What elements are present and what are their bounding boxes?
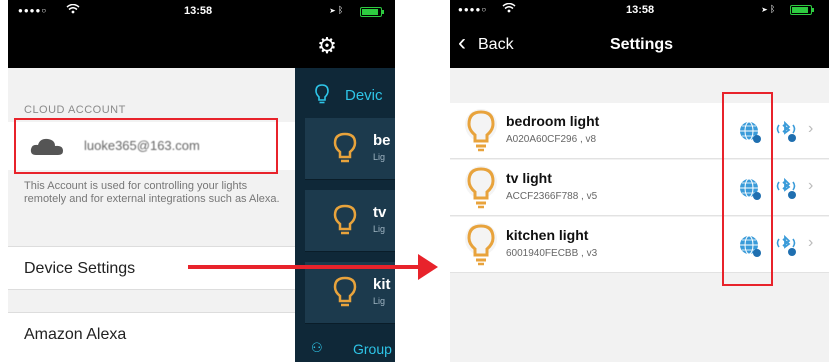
light-id-version: ACCF2366F788 , v5 xyxy=(506,191,598,202)
bulb-icon xyxy=(333,204,357,235)
light-id-version: A020A60CF296 , v8 xyxy=(506,134,597,145)
status-bar: ●●●●○ 13:58 ➤ ᛒ xyxy=(8,0,395,24)
location-bluetooth-icons: ➤ ᛒ xyxy=(330,5,344,15)
drawer-devices-label: Devic xyxy=(345,87,383,104)
account-note: This Account is used for controlling you… xyxy=(24,180,280,205)
drawer-device-name: be xyxy=(373,132,391,149)
battery-icon xyxy=(360,7,384,17)
bluetooth-icon[interactable] xyxy=(774,233,798,257)
status-time: 13:58 xyxy=(184,5,213,17)
battery-icon xyxy=(790,5,814,15)
wifi-icon xyxy=(66,3,80,17)
drawer-device-sub: Lig xyxy=(373,296,386,306)
side-drawer: Devic be Lig tv Lig kit Lig ⚇ Group xyxy=(295,68,395,362)
bulb-icon xyxy=(333,276,357,307)
signal-indicator: ●●●●○ xyxy=(458,5,488,14)
drawer-device-sub: Lig xyxy=(373,152,386,162)
light-name: bedroom light xyxy=(506,113,600,129)
bulb-icon xyxy=(333,132,357,163)
drawer-device-item[interactable]: be Lig xyxy=(305,118,395,180)
right-phone-screen: ●●●●○ 13:58 ➤ ᛒ ‹ Back Settings bedroom … xyxy=(450,0,829,362)
settings-panel: CLOUD ACCOUNT luoke365@163.com This Acco… xyxy=(8,68,295,362)
location-bluetooth-icons: ➤ ᛒ xyxy=(762,4,776,14)
drawer-device-item[interactable]: tv Lig xyxy=(305,190,395,252)
chevron-right-icon[interactable]: › xyxy=(808,177,813,195)
bluetooth-icon[interactable] xyxy=(774,119,798,143)
drawer-device-name: tv xyxy=(373,204,387,221)
bulb-icon xyxy=(465,166,497,209)
amazon-alexa-row[interactable]: Amazon Alexa xyxy=(8,312,295,362)
bulb-icon xyxy=(465,223,497,266)
status-bar: ●●●●○ 13:58 ➤ ᛒ xyxy=(450,0,829,22)
drawer-groups-header[interactable]: ⚇ Group xyxy=(295,334,395,362)
drawer-device-name: kit xyxy=(373,276,391,293)
drawer-device-sub: Lig xyxy=(373,224,386,234)
bulb-icon xyxy=(315,84,329,104)
light-id-version: 6001940FECBB , v3 xyxy=(506,248,598,259)
bulb-icon xyxy=(465,109,497,152)
chevron-right-icon[interactable]: › xyxy=(808,234,813,252)
navigation-bar: ‹ Back Settings xyxy=(450,22,829,68)
screenshot-page: ●●●●○ 13:58 ➤ ᛒ ⚙ CLOUD ACCOUNT luoke365… xyxy=(0,0,829,362)
bluetooth-icon[interactable] xyxy=(774,176,798,200)
wifi-icon xyxy=(502,2,516,16)
gear-icon[interactable]: ⚙ xyxy=(314,33,340,59)
signal-indicator: ●●●●○ xyxy=(18,6,48,15)
drawer-devices-header[interactable]: Devic xyxy=(295,78,395,112)
light-name: kitchen light xyxy=(506,227,589,243)
light-name: tv light xyxy=(506,170,552,186)
drawer-groups-label: Group xyxy=(353,341,392,357)
status-time: 13:58 xyxy=(626,4,655,16)
annotation-arrow-head xyxy=(418,254,438,280)
top-header: ⚙ xyxy=(8,24,395,68)
highlight-box-globe-column xyxy=(722,92,773,286)
highlight-box-account xyxy=(14,118,278,174)
left-phone-screen: ●●●●○ 13:58 ➤ ᛒ ⚙ CLOUD ACCOUNT luoke365… xyxy=(8,0,395,362)
cloud-account-label: CLOUD ACCOUNT xyxy=(24,104,126,116)
page-title: Settings xyxy=(609,36,674,53)
groups-icon: ⚇ xyxy=(311,340,323,355)
device-settings-label: Device Settings xyxy=(24,260,136,277)
annotation-arrow-line xyxy=(188,265,420,269)
amazon-alexa-label: Amazon Alexa xyxy=(24,326,127,343)
chevron-right-icon[interactable]: › xyxy=(808,120,813,138)
drawer-device-item[interactable]: kit Lig xyxy=(305,262,395,324)
